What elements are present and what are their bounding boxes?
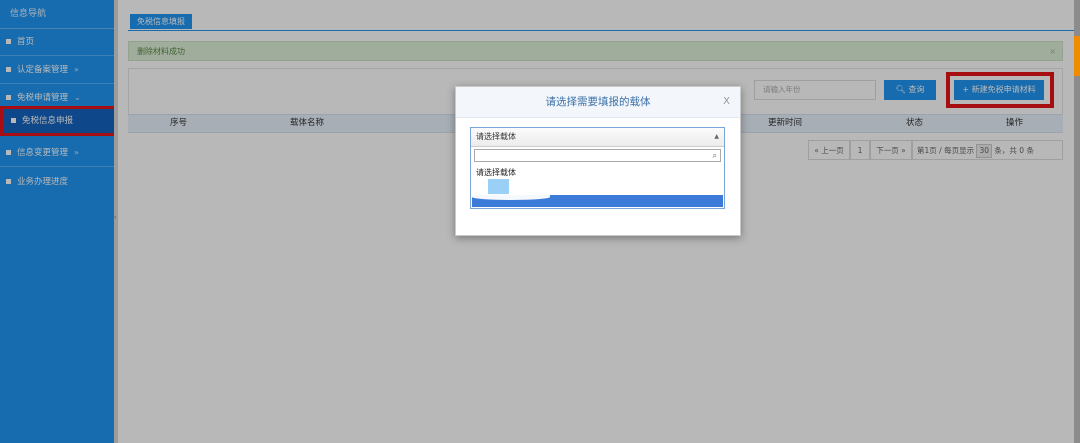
- select-value: 请选择载体: [476, 132, 516, 141]
- carrier-select[interactable]: 请选择载体 ▲: [471, 128, 724, 147]
- search-icon: ⌕: [712, 151, 717, 160]
- caret-up-icon: ▲: [714, 133, 719, 140]
- carrier-dropdown[interactable]: 请选择载体 ▲ ⌕ 请选择载体: [470, 127, 725, 209]
- dropdown-search-input[interactable]: ⌕: [474, 149, 721, 162]
- dropdown-option[interactable]: 请选择载体: [476, 167, 516, 178]
- modal-title: 请选择需要填报的载体: [545, 96, 651, 108]
- modal-header: 请选择需要填报的载体 X: [456, 87, 740, 118]
- right-edge-strip: [1074, 0, 1080, 443]
- edge-marker: [1074, 36, 1080, 76]
- select-carrier-modal: 请选择需要填报的载体 X 请选择载体 ▲ ⌕ 请选择载体: [455, 86, 741, 236]
- close-icon[interactable]: X: [723, 87, 730, 117]
- redacted-text-mask: [472, 194, 550, 200]
